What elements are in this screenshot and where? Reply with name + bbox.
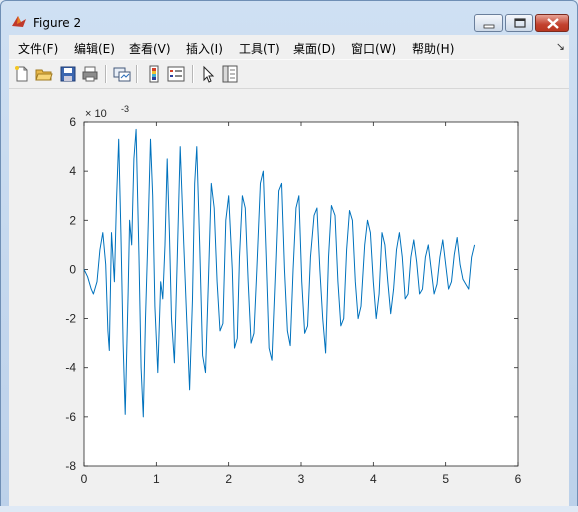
x-tick-label: 6 [515, 472, 522, 486]
close-button[interactable] [535, 14, 569, 32]
open-file-icon[interactable] [35, 65, 53, 83]
y-tick-label: 6 [69, 115, 76, 129]
x-tick-label: 4 [370, 472, 377, 486]
new-figure-icon[interactable] [13, 65, 31, 83]
title-bar[interactable]: Figure 2 [1, 1, 577, 33]
menu-view[interactable]: 查看(V) [129, 40, 171, 57]
y-tick-label: 4 [69, 164, 76, 178]
menu-bar: 文件(F) 编辑(E) 查看(V) 插入(I) 工具(T) 桌面(D) 窗口(W… [9, 35, 569, 57]
y-tick-label: 0 [69, 262, 76, 276]
edit-plot-arrow-icon[interactable] [199, 65, 217, 83]
window-title: Figure 2 [33, 16, 82, 30]
x-tick-label: 1 [153, 472, 160, 486]
figure-window: Figure 2 文件(F) 编辑(E) 查看(V) 插入(I) 工具(T) 桌… [0, 0, 578, 512]
y-exponent-label: × 10 [85, 108, 107, 120]
print-icon[interactable] [81, 65, 99, 83]
menu-help[interactable]: 帮助(H) [412, 40, 454, 57]
toolbar-separator [192, 65, 194, 83]
maximize-icon [514, 18, 526, 28]
x-tick-label: 0 [81, 472, 88, 486]
maximize-button[interactable] [505, 14, 533, 32]
menu-desktop[interactable]: 桌面(D) [293, 40, 336, 57]
menu-tools[interactable]: 工具(T) [239, 40, 280, 57]
menu-window[interactable]: 窗口(W) [351, 40, 396, 57]
link-plot-icon[interactable] [113, 65, 131, 83]
plot-area: 0 1 2 3 4 5 6 6 4 2 0 -2 -4 -6 -8 × 10 -3 [9, 89, 569, 511]
line-chart[interactable]: 0 1 2 3 4 5 6 6 4 2 0 -2 -4 -6 -8 × 10 -3 [9, 89, 569, 511]
x-tick-label: 2 [225, 472, 232, 486]
y-tick-label: -2 [65, 312, 76, 326]
save-icon[interactable] [59, 65, 77, 83]
menu-file[interactable]: 文件(F) [18, 40, 58, 57]
menu-insert[interactable]: 插入(I) [186, 40, 223, 57]
toolbar-separator [136, 65, 138, 83]
x-tick-label: 3 [298, 472, 305, 486]
window-bottom-edge [0, 506, 578, 512]
figure-client-area: 文件(F) 编辑(E) 查看(V) 插入(I) 工具(T) 桌面(D) 窗口(W… [9, 35, 569, 511]
menu-edit[interactable]: 编辑(E) [74, 40, 115, 57]
y-tick-label: -4 [65, 361, 76, 375]
insert-colorbar-icon[interactable] [145, 65, 163, 83]
figure-toolbar [9, 59, 569, 89]
y-exponent-power: -3 [121, 104, 129, 114]
x-tick-label: 5 [442, 472, 449, 486]
toolbar-separator [105, 65, 107, 83]
minimize-button[interactable] [474, 14, 503, 32]
matlab-logo-icon [12, 16, 26, 27]
y-tick-label: 2 [69, 213, 76, 227]
y-tick-label: -8 [65, 459, 76, 473]
y-tick-label: -6 [65, 410, 76, 424]
close-icon [547, 18, 559, 29]
property-inspector-icon[interactable] [221, 65, 239, 83]
minimize-icon [483, 24, 495, 29]
dock-arrow-icon[interactable]: ↘ [556, 40, 565, 53]
insert-legend-icon[interactable] [167, 65, 185, 83]
